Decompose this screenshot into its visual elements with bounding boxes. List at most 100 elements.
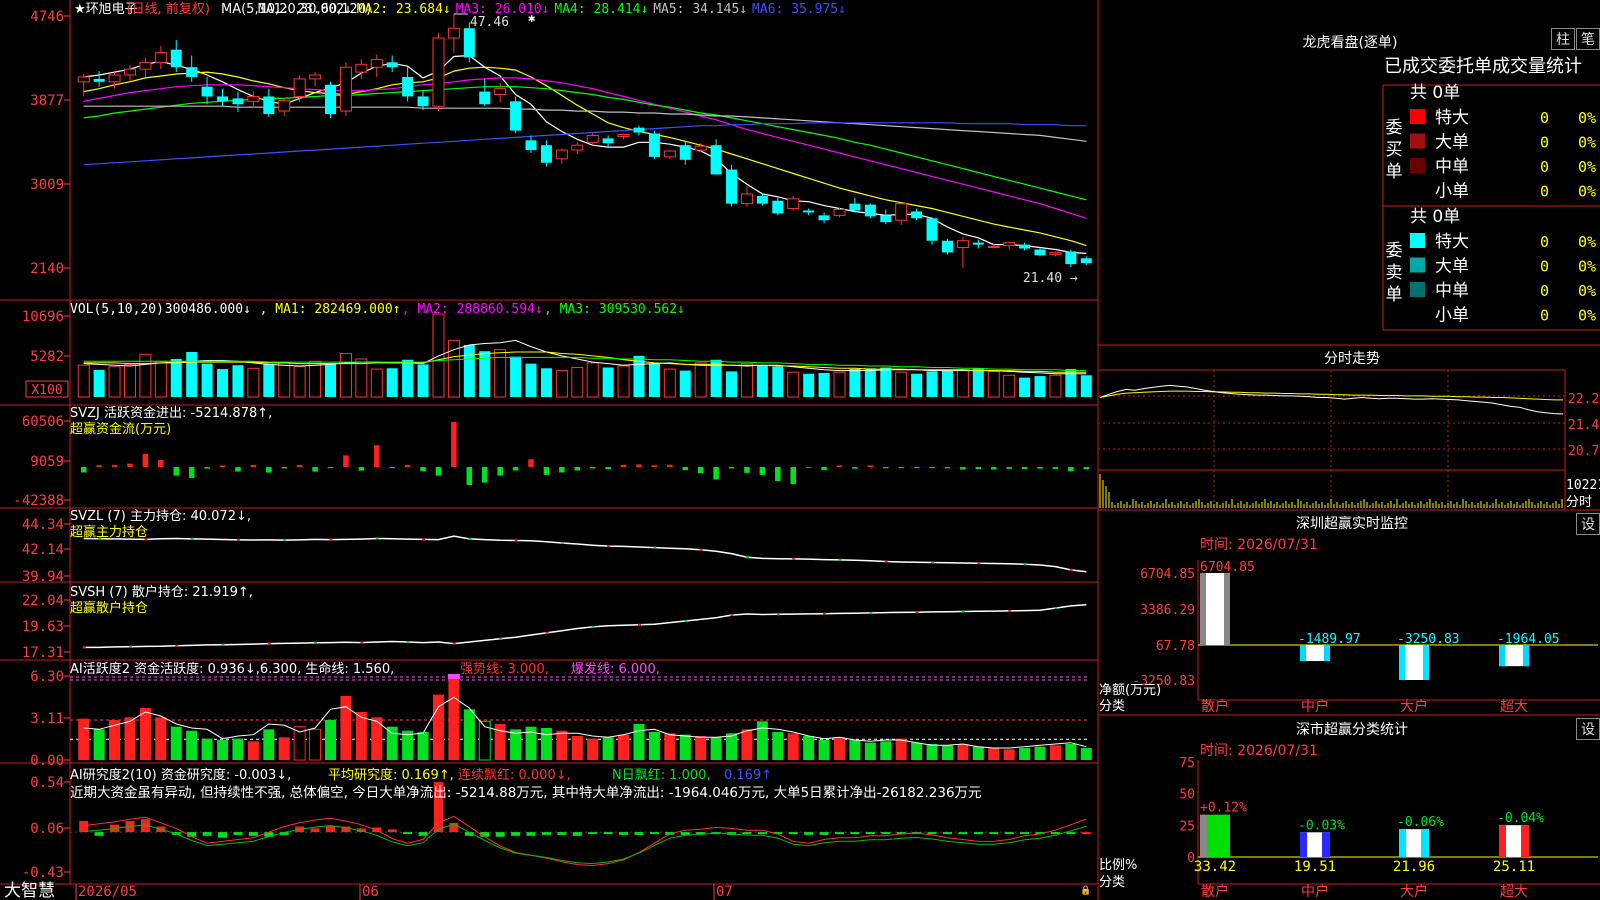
flow-bar: [1006, 467, 1012, 469]
candle-body: [956, 240, 969, 249]
candle-body: [602, 138, 614, 144]
volume-bar: [895, 371, 908, 398]
volume-bar: [123, 363, 136, 398]
volume-bar: [679, 370, 691, 397]
flow-bar: [111, 464, 118, 468]
activity-bar: [988, 748, 1000, 760]
activity-bar: [972, 746, 984, 760]
classify-category-name: 散户: [1201, 883, 1229, 900]
activity-bar: [540, 728, 552, 760]
monitor-settings-button[interactable]: 设: [1576, 513, 1600, 535]
brand-label: 大智慧: [4, 881, 55, 900]
order-percent: 0%: [1578, 183, 1596, 201]
holding-dot: [267, 642, 271, 645]
classify-settings-button[interactable]: 设: [1576, 718, 1600, 740]
flow-bar: [713, 467, 719, 480]
activity-bar: [340, 696, 352, 760]
candle-body: [386, 62, 398, 68]
activity-bar: [926, 744, 938, 760]
activity-bar: [278, 737, 290, 760]
order-percent: 0%: [1578, 258, 1596, 276]
strong-line-label: 强势线: 3.000,: [460, 661, 549, 677]
candle-body: [710, 145, 722, 175]
volume-bar: [972, 368, 984, 397]
flow-axis-label: 60506: [22, 414, 64, 430]
candle-body: [571, 144, 584, 151]
candle-body: [370, 58, 383, 68]
volume-bar: [648, 363, 660, 397]
candle-body: [679, 145, 691, 160]
candle-body: [926, 218, 938, 241]
monitor-value-label: -1489.97: [1298, 632, 1361, 647]
holding-dot: [1054, 607, 1058, 610]
flow-bar: [636, 464, 642, 468]
activity-bar: [895, 738, 907, 760]
flow-bar: [1021, 467, 1028, 469]
holding-dot: [1008, 609, 1012, 612]
candle-body: [402, 76, 414, 97]
tick-toggle-button[interactable]: 笔: [1576, 28, 1600, 50]
activity-bar: [186, 730, 198, 760]
activity-bar: [1049, 745, 1061, 760]
classify-bar-shade: [1499, 825, 1506, 857]
research-lower-line: [83, 823, 1087, 865]
volume-bar: [139, 353, 152, 398]
research-bar: [835, 832, 844, 835]
research-bar: [1004, 832, 1014, 835]
candle-body: [911, 211, 923, 219]
holding-dot: [221, 643, 225, 646]
candle-body: [217, 96, 229, 102]
activity-axis-label: 6.30: [30, 669, 64, 685]
activity-bar: [1019, 748, 1031, 760]
research-bar: [865, 832, 875, 835]
research-bar: [973, 832, 983, 835]
candle-body: [787, 198, 800, 210]
flow-bar: [960, 467, 966, 470]
intraday-price-label: 22.26: [1568, 392, 1600, 407]
candle-body: [726, 169, 738, 204]
research-axis-label: -0.43: [22, 865, 64, 881]
activity-bar: [756, 721, 768, 760]
buy-total-label: 共 0单: [1410, 83, 1460, 103]
research-bar: [850, 832, 860, 835]
classify-bar-shade: [1222, 814, 1230, 857]
order-color-swatch: [1410, 282, 1425, 297]
volume-bar: [1034, 376, 1046, 397]
volume-bar: [170, 358, 182, 397]
holding-dot: [175, 644, 179, 647]
monitor-axis-label: 67.78: [1156, 639, 1195, 654]
order-percent: 0%: [1578, 307, 1596, 325]
volume-bar: [325, 363, 336, 397]
activity-axis-label: 3.11: [30, 711, 64, 727]
activity-bar: [911, 742, 923, 760]
volume-bar: [663, 368, 676, 398]
flow-bar: [374, 445, 380, 468]
activity-bar: [1003, 749, 1015, 760]
candle-body: [555, 149, 568, 160]
flow-bar: [620, 464, 627, 468]
flow-bar: [605, 467, 611, 470]
volume-bar: [217, 369, 229, 397]
activity-bar: [741, 729, 753, 760]
intraday-price-label: 21.49: [1568, 418, 1600, 433]
flow-bar: [651, 465, 658, 468]
monitor-value-label: 6704.85: [1200, 560, 1255, 575]
volume-bar: [510, 356, 522, 397]
volume-header-label: , MA3: 309530.562↓: [544, 302, 685, 317]
volume-bar: [494, 349, 507, 398]
retail-header-label: SVSH (7) 散户持仓: 21.919↑,: [70, 584, 253, 600]
flow-subtitle-label: 超赢资金流(万元): [70, 421, 171, 437]
candle-body: [263, 96, 275, 115]
classify-bar-shade: [1322, 832, 1330, 857]
flow-bar: [389, 467, 395, 469]
holding-dot: [792, 557, 796, 560]
activity-bar: [247, 741, 259, 760]
ma-value-label: MA2: 23.684↓: [357, 2, 451, 17]
candle-body: [309, 74, 322, 80]
app-root: 4746 3877 3009 2140 47.46 21.40 → ✱ ★环旭电子 (日线, 前…: [0, 0, 1600, 900]
candle-body: [663, 150, 676, 158]
column-toggle-button[interactable]: 柱: [1551, 28, 1575, 50]
monitor-time-label: 时间: 2026/07/31: [1200, 537, 1318, 553]
flow-bar: [296, 465, 303, 468]
candle-body: [648, 133, 660, 157]
